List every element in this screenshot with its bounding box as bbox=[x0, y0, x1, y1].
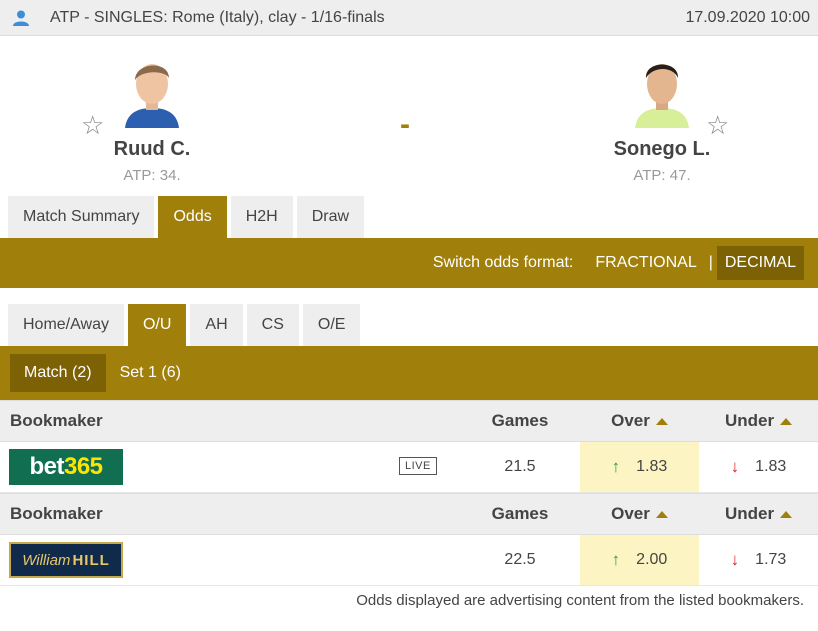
header-under-label: Under bbox=[724, 411, 775, 430]
tournament-title: ATP - SINGLES: Rome (Italy), clay - 1/16… bbox=[50, 8, 385, 26]
over-odds-value: 1.83 bbox=[636, 458, 668, 475]
over-odds-cell[interactable]: ↑ 2.00 bbox=[580, 535, 699, 585]
over-odds-value: 2.00 bbox=[636, 551, 668, 568]
header-games: Games bbox=[491, 504, 549, 523]
odds-table-header: Bookmaker Games Over Under bbox=[0, 400, 818, 442]
header-over[interactable]: Over bbox=[580, 411, 699, 431]
tab-match-summary[interactable]: Match Summary bbox=[8, 196, 155, 238]
header-bookmaker: Bookmaker bbox=[10, 411, 103, 430]
odds-format-separator: | bbox=[708, 254, 713, 271]
sort-up-icon bbox=[780, 511, 793, 519]
table-row: William HILL 22.5 ↑ 2.00 ↓ 1.73 bbox=[0, 535, 818, 586]
match-datetime: 17.09.2020 10:00 bbox=[685, 8, 810, 26]
over-odds-cell[interactable]: ↑ 1.83 bbox=[580, 442, 699, 492]
period-selector: Match (2) Set 1 (6) bbox=[0, 346, 818, 400]
arrow-up-icon: ↑ bbox=[611, 550, 621, 569]
player-away[interactable]: Sonego L. ATP: 47. bbox=[562, 36, 762, 184]
user-icon bbox=[10, 7, 32, 29]
match-participants: ☆ Ruud C. ATP: 34. - Sonego L. ATP: 47. … bbox=[0, 36, 818, 196]
player-rank-home: ATP: 34. bbox=[123, 167, 181, 184]
under-odds-cell[interactable]: ↓ 1.73 bbox=[699, 535, 818, 585]
odds-disclaimer: Odds displayed are advertising content f… bbox=[356, 592, 804, 609]
odds-format-fractional[interactable]: FRACTIONAL bbox=[587, 246, 704, 280]
under-odds-cell[interactable]: ↓ 1.83 bbox=[699, 442, 818, 492]
tab-h2h[interactable]: H2H bbox=[230, 196, 293, 238]
header-over-label: Over bbox=[611, 504, 650, 523]
subtab-over-under[interactable]: O/U bbox=[127, 304, 187, 346]
header-under[interactable]: Under bbox=[699, 504, 818, 524]
header-under-label: Under bbox=[724, 504, 775, 523]
subtab-correct-score[interactable]: CS bbox=[246, 304, 299, 346]
player-rank-away: ATP: 47. bbox=[633, 167, 691, 184]
logo-text: HILL bbox=[72, 551, 110, 569]
header-over-label: Over bbox=[611, 411, 650, 430]
logo-text: 365 bbox=[63, 453, 103, 480]
bet365-logo[interactable]: bet 365 bbox=[9, 449, 123, 485]
bet-type-tabs: Home/Away O/U AH CS O/E bbox=[0, 304, 818, 346]
player-name-away[interactable]: Sonego L. bbox=[562, 138, 762, 161]
subtab-odd-even[interactable]: O/E bbox=[302, 304, 361, 346]
player-name-home[interactable]: Ruud C. bbox=[52, 138, 252, 161]
header-under[interactable]: Under bbox=[699, 411, 818, 431]
arrow-down-icon: ↓ bbox=[730, 550, 740, 569]
period-match[interactable]: Match (2) bbox=[10, 354, 106, 392]
odds-format-label: Switch odds format: bbox=[432, 254, 574, 271]
odds-format-bar: Switch odds format: FRACTIONAL | DECIMAL bbox=[0, 238, 818, 288]
sort-up-icon bbox=[655, 418, 668, 426]
favorite-star-icon-away[interactable]: ☆ bbox=[706, 112, 729, 138]
match-header: ATP - SINGLES: Rome (Italy), clay - 1/16… bbox=[0, 0, 818, 36]
match-tabs: Match Summary Odds H2H Draw bbox=[0, 196, 818, 238]
player-home[interactable]: Ruud C. ATP: 34. bbox=[52, 36, 252, 184]
match-score: - bbox=[400, 108, 410, 141]
live-badge: LIVE bbox=[399, 457, 437, 475]
logo-text: bet bbox=[29, 453, 64, 480]
william-hill-logo[interactable]: William HILL bbox=[9, 542, 123, 578]
table-row: bet 365 LIVE 21.5 ↑ 1.83 ↓ 1.83 bbox=[0, 442, 818, 493]
arrow-down-icon: ↓ bbox=[730, 457, 740, 476]
subtab-asian-handicap[interactable]: AH bbox=[190, 304, 243, 346]
sort-up-icon bbox=[655, 511, 668, 519]
under-odds-value: 1.83 bbox=[755, 458, 787, 475]
bookmaker-cell: bet 365 LIVE bbox=[0, 442, 460, 492]
games-value: 21.5 bbox=[504, 458, 536, 475]
subtab-home-away[interactable]: Home/Away bbox=[8, 304, 124, 346]
sort-up-icon bbox=[780, 418, 793, 426]
period-set-1[interactable]: Set 1 (6) bbox=[106, 354, 195, 392]
tab-draw[interactable]: Draw bbox=[296, 196, 365, 238]
bookmaker-cell: William HILL bbox=[0, 535, 460, 585]
odds-table-header: Bookmaker Games Over Under bbox=[0, 493, 818, 535]
tab-odds[interactable]: Odds bbox=[158, 196, 227, 238]
games-value: 22.5 bbox=[504, 551, 536, 568]
player-photo-home bbox=[121, 52, 183, 128]
odds-format-decimal[interactable]: DECIMAL bbox=[716, 246, 804, 280]
logo-text: William bbox=[22, 551, 71, 569]
player-photo-away bbox=[631, 52, 693, 128]
header-over[interactable]: Over bbox=[580, 504, 699, 524]
under-odds-value: 1.73 bbox=[755, 551, 787, 568]
arrow-up-icon: ↑ bbox=[611, 457, 621, 476]
header-bookmaker: Bookmaker bbox=[10, 504, 103, 523]
header-games: Games bbox=[491, 411, 549, 430]
